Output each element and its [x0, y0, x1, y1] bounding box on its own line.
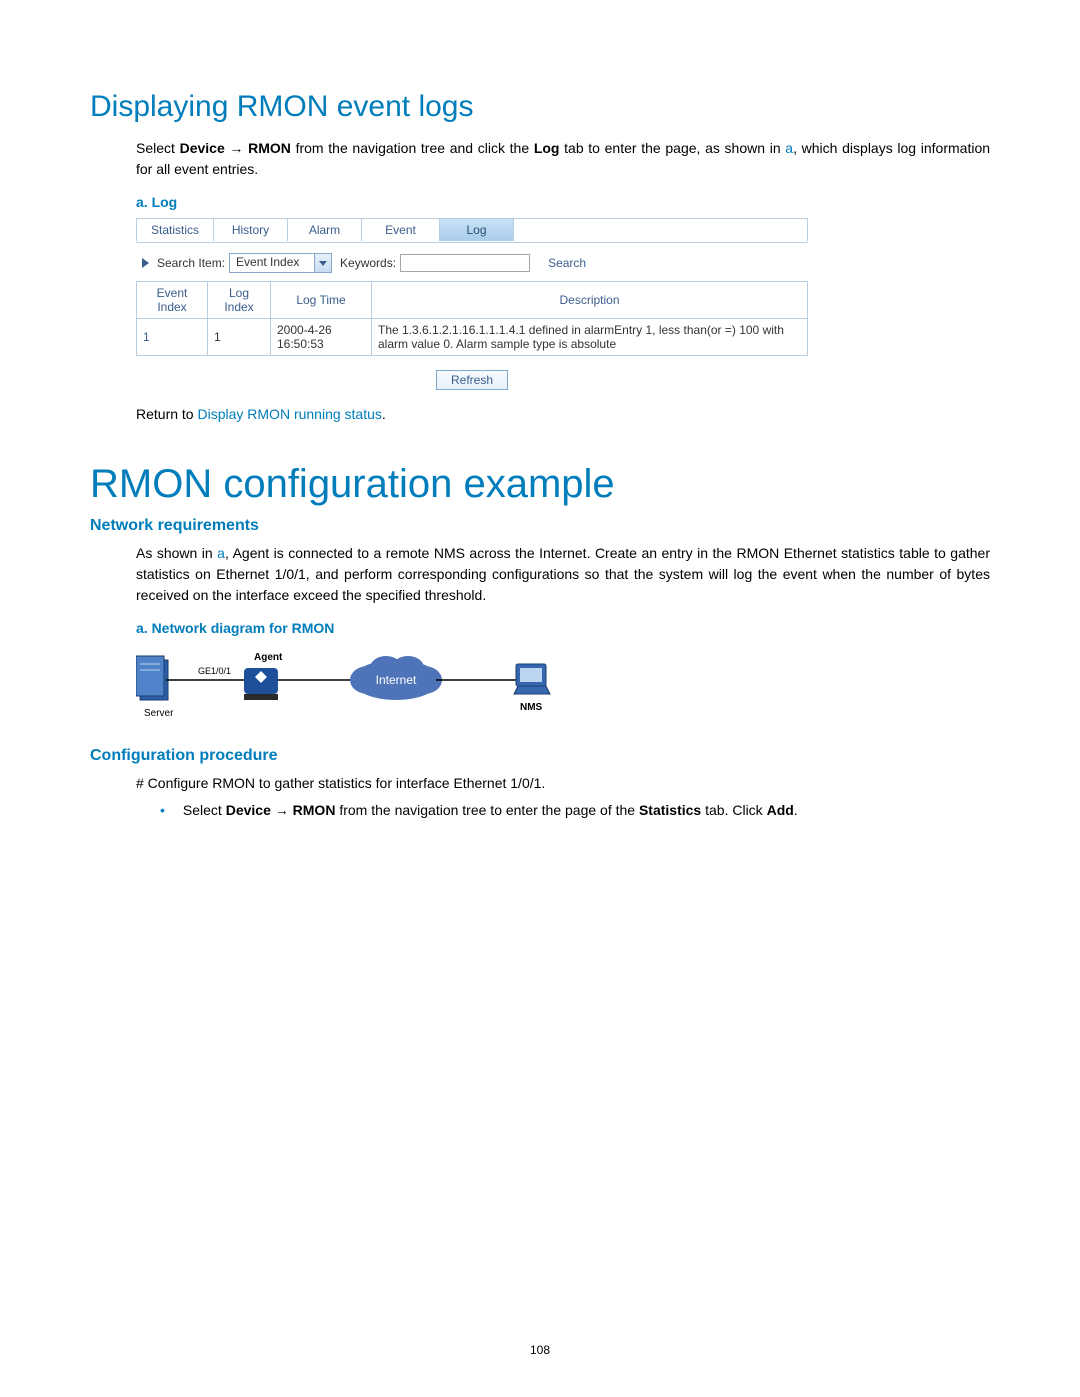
subheading-network-requirements: Network requirements [90, 517, 990, 535]
search-link[interactable]: Search [548, 256, 586, 270]
col-log-index: Log Index [208, 282, 271, 319]
text: As shown in [136, 545, 217, 561]
table-row: 1 1 2000-4-26 16:50:53 The 1.3.6.1.2.1.1… [137, 319, 808, 356]
tab-alarm[interactable]: Alarm [288, 218, 362, 241]
server-icon [136, 656, 168, 700]
log-screenshot: Statistics History Alarm Event Log Searc… [136, 218, 808, 390]
bullet-icon: • [160, 800, 165, 821]
paragraph-netreq: As shown in a, Agent is connected to a r… [136, 543, 990, 606]
tab-history[interactable]: History [214, 218, 288, 241]
refresh-row: Refresh [136, 370, 808, 390]
label-nms: NMS [520, 702, 543, 713]
text: Select [183, 802, 226, 818]
caption-a-log: a. Log [136, 194, 990, 210]
col-event-index: Event Index [137, 282, 208, 319]
link-figure-a[interactable]: a [785, 140, 793, 156]
tab-statistics[interactable]: Statistics [136, 218, 214, 241]
text: tab to enter the page, as shown in [559, 140, 785, 156]
link-display-rmon-status[interactable]: Display RMON running status [197, 406, 381, 422]
nms-icon [514, 664, 550, 694]
text: from the navigation tree and click the [291, 140, 534, 156]
text: tab. Click [701, 802, 766, 818]
text: Return to [136, 406, 197, 422]
bullet-line: • Select Device → RMON from the navigati… [160, 800, 990, 821]
section-heading-config-example: RMON configuration example [90, 462, 990, 507]
paragraph-intro: Select Device → RMON from the navigation… [136, 138, 990, 180]
search-label: Search Item: [157, 256, 225, 270]
tab-spacer [514, 218, 808, 241]
subheading-config-procedure: Configuration procedure [90, 747, 990, 765]
text: from the navigation tree to enter the pa… [335, 802, 639, 818]
caption-a-network-diagram: a. Network diagram for RMON [136, 620, 990, 636]
text-bold: Add [767, 802, 794, 818]
cell-log-index: 1 [208, 319, 271, 356]
text-bold: Device [226, 802, 271, 818]
text-bold: Log [534, 140, 560, 156]
text: , Agent is connected to a remote NMS acr… [136, 545, 990, 603]
internet-cloud-icon: Internet [350, 656, 442, 700]
step-line: # Configure RMON to gather statistics fo… [136, 773, 990, 794]
text: . [794, 802, 798, 818]
cell-log-time: 2000-4-26 16:50:53 [271, 319, 372, 356]
keywords-input[interactable] [400, 254, 530, 272]
expand-arrow-icon[interactable] [142, 258, 149, 268]
col-description: Description [372, 282, 808, 319]
dropdown-value: Event Index [230, 254, 314, 272]
return-line: Return to Display RMON running status. [136, 406, 990, 422]
cell-description: The 1.3.6.1.2.1.16.1.1.1.4.1 defined in … [372, 319, 808, 356]
tab-event[interactable]: Event [362, 218, 440, 241]
section-heading-displaying-rmon: Displaying RMON event logs [90, 90, 990, 124]
keywords-label: Keywords: [340, 256, 396, 270]
tabbar: Statistics History Alarm Event Log [136, 218, 808, 243]
tab-log[interactable]: Log [440, 218, 514, 241]
search-row: Search Item: Event Index Keywords: Searc… [136, 243, 808, 279]
text: → [271, 802, 293, 818]
label-internet: Internet [376, 673, 417, 687]
text: . [382, 406, 386, 422]
text: → [225, 140, 248, 156]
text-bold: Device [180, 140, 225, 156]
search-item-dropdown[interactable]: Event Index [229, 253, 332, 273]
label-ge: GE1/0/1 [198, 666, 231, 676]
refresh-button[interactable]: Refresh [436, 370, 508, 390]
link-figure-a-diagram[interactable]: a [217, 545, 225, 561]
table-header-row: Event Index Log Index Log Time Descripti… [137, 282, 808, 319]
text: Select [136, 140, 180, 156]
page-number: 108 [0, 1343, 1080, 1357]
dropdown-chevron-icon[interactable] [314, 254, 331, 272]
label-server: Server [144, 708, 174, 719]
col-log-time: Log Time [271, 282, 372, 319]
text-bold: Statistics [639, 802, 701, 818]
cell-event-index: 1 [137, 319, 208, 356]
network-diagram: Server GE1/0/1 Agent Internet [136, 646, 990, 731]
label-agent: Agent [254, 652, 283, 663]
text-bold: RMON [248, 140, 291, 156]
log-table: Event Index Log Index Log Time Descripti… [136, 281, 808, 356]
text-bold: RMON [293, 802, 336, 818]
switch-icon [244, 668, 278, 700]
